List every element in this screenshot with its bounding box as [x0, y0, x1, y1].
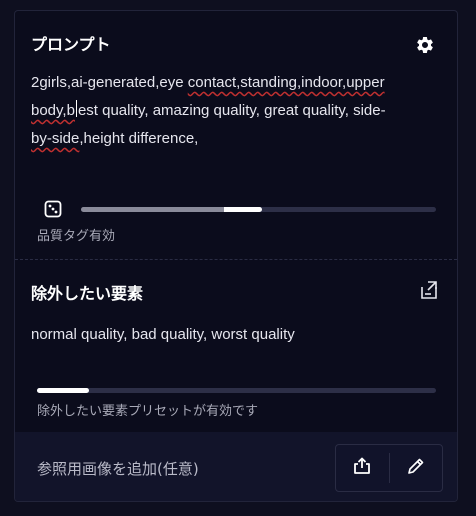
- gear-icon[interactable]: [415, 35, 435, 55]
- reference-actions: [335, 444, 443, 492]
- prompt-text-segment: body,b: [31, 102, 75, 119]
- slider-fill: [81, 207, 224, 212]
- quality-tag-caption: 品質タグ有効: [37, 229, 116, 244]
- add-reference-image-button[interactable]: 参照用画像を追加(任意): [37, 458, 199, 479]
- reference-image-bar: 参照用画像を追加(任意): [15, 432, 457, 501]
- dice-icon[interactable]: [44, 200, 62, 218]
- prompt-title: プロンプト: [31, 35, 111, 54]
- negative-prompt-section: 除外したい要素 normal quality, bad quality, wor…: [15, 260, 457, 432]
- slider-fill: [37, 388, 89, 393]
- negative-preset-slider[interactable]: [37, 388, 436, 393]
- prompt-text-segment: 2girls,ai-generated,eye: [31, 74, 188, 91]
- upload-button[interactable]: [336, 445, 389, 491]
- prompt-text-segment: contact,standing,indoor,upper: [187, 74, 385, 91]
- prompt-text-segment: est quality, amazing quality, great qual…: [77, 102, 386, 119]
- text-caret: [75, 100, 77, 117]
- prompt-text-segment: ,height difference,: [79, 130, 199, 147]
- prompt-textarea[interactable]: 2girls,ai-generated,eye contact,standing…: [31, 69, 441, 153]
- negative-preset-caption: 除外したい要素プリセットが有効です: [37, 404, 259, 419]
- export-icon[interactable]: [419, 279, 439, 301]
- generation-panel: プロンプト 2girls,ai-generated,eye contact,st…: [14, 10, 458, 502]
- negative-prompt-title: 除外したい要素: [31, 284, 144, 303]
- negative-prompt-textarea[interactable]: normal quality, bad quality, worst quali…: [31, 324, 441, 346]
- prompt-text-segment: by-side: [31, 130, 80, 147]
- prompt-section: プロンプト 2girls,ai-generated,eye contact,st…: [15, 11, 457, 259]
- quality-tag-slider[interactable]: [81, 207, 436, 212]
- slider-fill-highlight: [224, 207, 262, 212]
- pen-icon: [406, 456, 426, 480]
- draw-button[interactable]: [390, 445, 443, 491]
- upload-icon: [352, 456, 372, 480]
